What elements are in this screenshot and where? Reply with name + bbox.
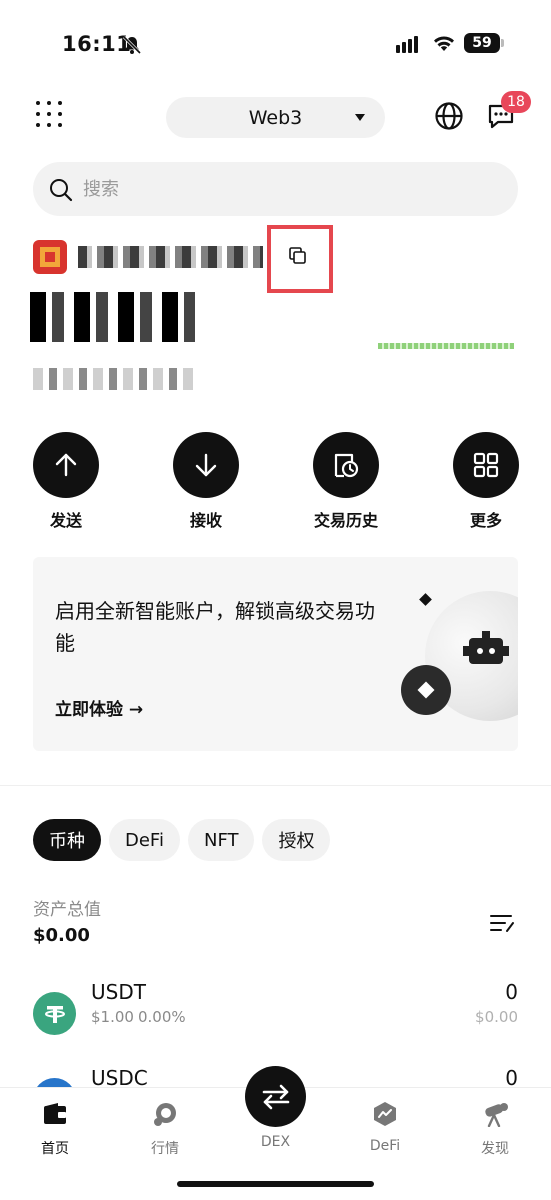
- tab-nft[interactable]: NFT: [187, 819, 255, 861]
- defi-icon: [374, 1102, 396, 1126]
- menu-grid-icon[interactable]: [36, 101, 64, 129]
- robot-icon: [463, 631, 509, 664]
- tab-tokens[interactable]: 币种: [33, 819, 101, 861]
- send-button[interactable]: 发送: [21, 432, 111, 531]
- grid-icon: [473, 452, 499, 478]
- swap-arrows-icon: [262, 1084, 289, 1109]
- promo-diamond-decoration: [419, 593, 432, 606]
- wallet-icon: [44, 1103, 66, 1124]
- nav-discover-label: 发现: [481, 1141, 509, 1157]
- arrow-down-icon: [195, 453, 217, 477]
- search-input[interactable]: [83, 162, 503, 216]
- wallet-avatar[interactable]: [33, 240, 67, 274]
- receive-button[interactable]: 接收: [161, 432, 251, 531]
- search-icon: [50, 179, 73, 202]
- token-row-usdt[interactable]: USDT $1.00 0.00% 0 $0.00: [0, 980, 551, 1062]
- receive-label: 接收: [189, 511, 222, 530]
- pnl-redacted: [33, 368, 195, 390]
- nav-discover[interactable]: 发现: [455, 1100, 535, 1158]
- send-label: 发送: [49, 511, 82, 530]
- history-button[interactable]: 交易历史: [301, 432, 391, 531]
- tab-defi[interactable]: DeFi: [109, 819, 180, 861]
- asset-tabs: 币种 DeFi NFT 授权: [33, 819, 331, 861]
- total-assets-label: 资产总值: [33, 900, 101, 920]
- status-bar: 16:11 59: [0, 0, 551, 90]
- more-button[interactable]: 更多: [441, 432, 531, 531]
- dex-swap-button[interactable]: [245, 1066, 306, 1127]
- sort-filter-icon[interactable]: [489, 911, 515, 935]
- promo-title: 启用全新智能账户，解锁高级交易功能: [55, 599, 375, 655]
- smart-account-promo-card[interactable]: 启用全新智能账户，解锁高级交易功能 立即体验 →: [33, 557, 518, 751]
- network-label: Web3: [248, 106, 303, 129]
- copy-icon[interactable]: [287, 245, 309, 267]
- token-value: $0.00: [475, 1008, 518, 1026]
- history-icon: [334, 453, 359, 478]
- nav-market[interactable]: 行情: [125, 1100, 205, 1158]
- quick-actions: 发送 接收 交易历史 更多: [0, 432, 551, 532]
- wifi-icon: [434, 36, 454, 51]
- market-icon: [154, 1103, 176, 1126]
- balance-redacted: [30, 292, 195, 342]
- history-label: 交易历史: [313, 511, 378, 530]
- promo-cta-link[interactable]: 立即体验 →: [55, 695, 143, 720]
- tab-approvals[interactable]: 授权: [262, 819, 331, 861]
- balance-trend-line: [378, 343, 514, 349]
- total-assets-value: $0.00: [33, 925, 90, 946]
- signal-icon: [396, 36, 418, 53]
- battery-indicator: 59: [464, 33, 500, 53]
- wallet-name-redacted: [78, 246, 263, 268]
- token-change: 0.00%: [138, 1008, 186, 1026]
- token-symbol: USDT: [91, 980, 146, 1004]
- home-indicator[interactable]: [177, 1181, 374, 1187]
- promo-coin-decoration: [401, 665, 451, 715]
- arrow-up-icon: [55, 453, 77, 477]
- nav-dex-label: DEX: [260, 1134, 291, 1150]
- more-label: 更多: [469, 511, 502, 530]
- globe-icon[interactable]: [434, 101, 464, 131]
- nav-market-label: 行情: [151, 1141, 179, 1157]
- nav-defi-label: DeFi: [369, 1138, 401, 1154]
- status-time: 16:11: [62, 32, 132, 56]
- caret-down-icon: [355, 114, 365, 121]
- nav-home-label: 首页: [41, 1141, 69, 1157]
- nav-home[interactable]: 首页: [15, 1100, 95, 1158]
- message-count-badge: 18: [501, 91, 531, 113]
- bell-off-icon: [122, 35, 142, 55]
- telescope-icon: [485, 1103, 508, 1127]
- nav-defi[interactable]: DeFi: [345, 1100, 425, 1154]
- battery-tip: [501, 39, 504, 47]
- token-price: $1.00: [91, 1008, 134, 1026]
- network-selector[interactable]: Web3: [166, 97, 385, 138]
- token-amount: 0: [505, 980, 518, 1004]
- search-bar[interactable]: [33, 162, 518, 216]
- usdt-logo-icon: [33, 992, 76, 1035]
- section-divider: [0, 785, 551, 786]
